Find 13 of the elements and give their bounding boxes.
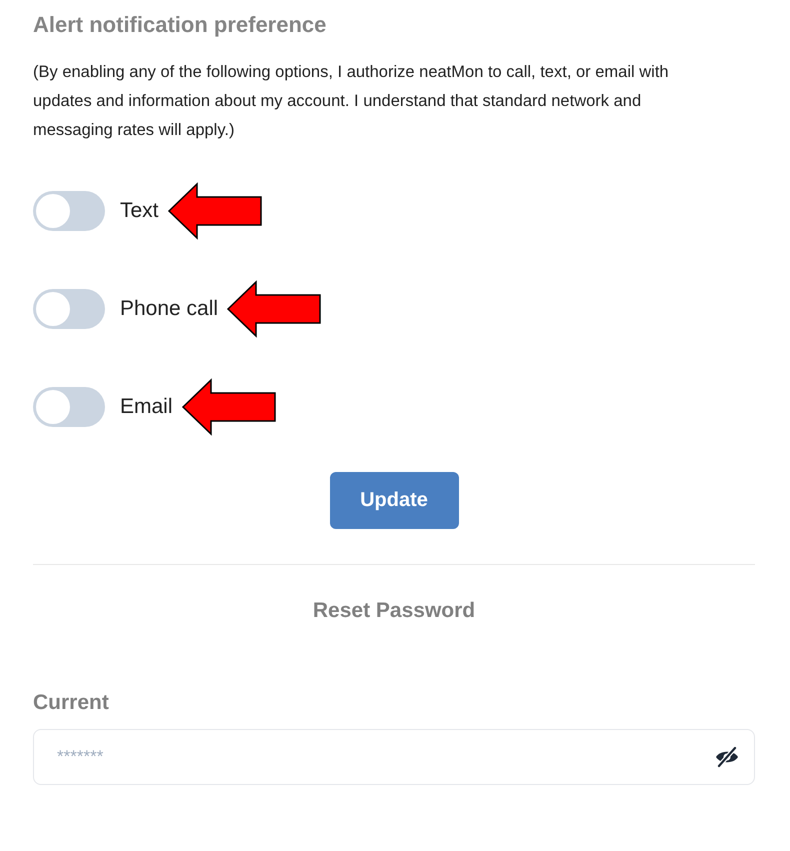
field-label: Current [33, 691, 110, 715]
password-field[interactable]: ******* [33, 729, 755, 785]
toggle-label: Text [120, 199, 159, 223]
toggle-switch[interactable] [33, 387, 105, 427]
update-button[interactable]: Update [330, 472, 458, 529]
section-title: Reset Password [312, 599, 476, 623]
consent-text: (By enabling any of the following options, I authorize neatMon to call, text, or email with updates and information about my account. I understand that standard network and messaging rates will apply.) [33, 62, 670, 141]
section-title: Alert notification preference [33, 11, 328, 39]
toggle-switch[interactable] [33, 289, 105, 329]
toggle-label: Phone call [120, 297, 218, 321]
toggle-label: Email [120, 395, 173, 419]
eye-slash-icon[interactable] [715, 746, 739, 768]
toggle-switch[interactable] [33, 191, 105, 231]
